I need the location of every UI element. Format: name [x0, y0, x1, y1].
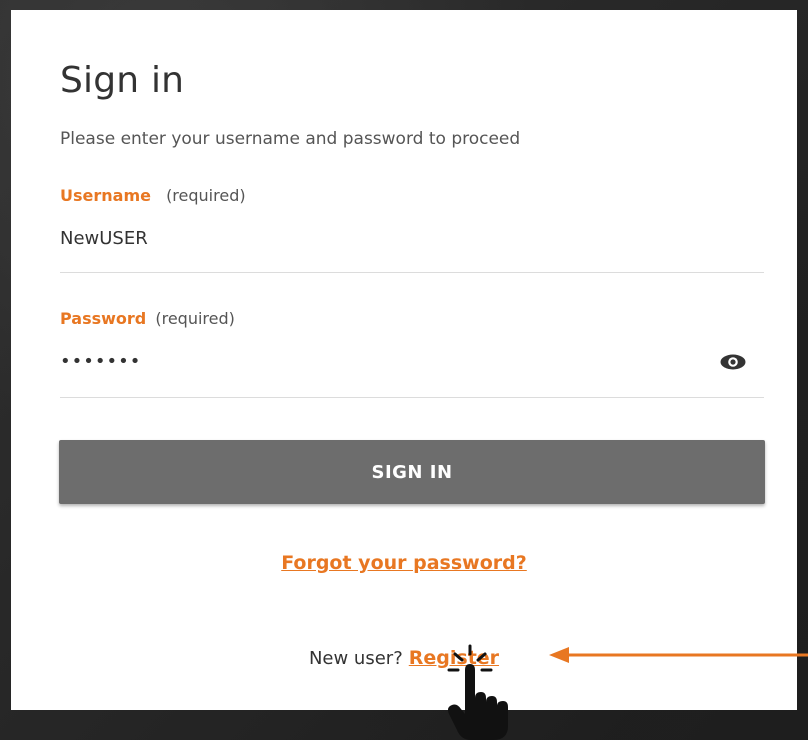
- username-label: Username (required): [60, 186, 246, 205]
- page-title: Sign in: [60, 60, 185, 101]
- eye-icon[interactable]: [719, 353, 747, 371]
- new-user-text: New user?: [308, 648, 403, 669]
- sign-in-card: Sign in Please enter your username and p…: [11, 10, 797, 710]
- username-field[interactable]: NewUSER: [60, 228, 148, 249]
- forgot-password-link[interactable]: Forgot your password?: [281, 552, 527, 574]
- hand-pointer-icon: [447, 644, 508, 740]
- username-required-text: (required): [166, 186, 246, 205]
- subtitle: Please enter your username and password …: [60, 129, 521, 149]
- password-label-text: Password: [60, 309, 147, 328]
- password-required-text: (required): [155, 309, 235, 328]
- password-label: Password (required): [60, 309, 235, 328]
- sign-in-button[interactable]: SIGN IN: [59, 440, 765, 504]
- username-underline: [60, 272, 764, 273]
- arrow-left-icon: [549, 647, 808, 663]
- forgot-password-row: Forgot your password?: [11, 552, 797, 574]
- username-label-text: Username: [60, 186, 151, 205]
- password-field[interactable]: •••••••: [60, 351, 141, 372]
- password-underline: [60, 397, 764, 398]
